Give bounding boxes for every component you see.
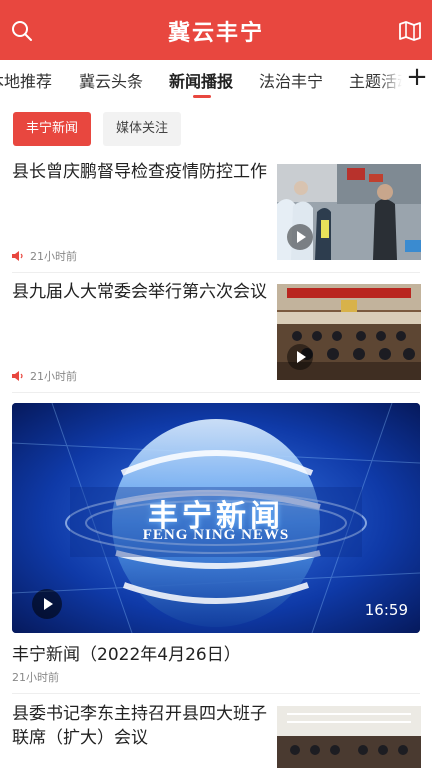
news-item[interactable]: 县委书记李东主持召开县四大班子联席（扩大）会议 (0, 702, 432, 768)
news-time: 21小时前 (30, 250, 77, 263)
divider (12, 272, 420, 273)
divider (12, 392, 420, 393)
video-caption[interactable]: 丰宁新闻（2022年4月26日） (12, 640, 241, 665)
play-button[interactable] (32, 589, 62, 619)
video-duration: 16:59 (364, 601, 408, 619)
news-title: 县长曾庆鹏督导检查疫情防控工作 (12, 162, 267, 182)
channel-tabs: 本地推荐 冀云头条 新闻播报 法治丰宁 主题活动 (0, 60, 432, 100)
featured-video[interactable]: 丰宁新闻 FENG NING NEWS 16:59 (12, 403, 420, 633)
speaker-icon (12, 371, 23, 381)
app-header: 冀云丰宁 (0, 0, 432, 60)
tab-law-fengning[interactable]: 法治丰宁 (259, 68, 323, 92)
news-meta: 21小时前 (12, 248, 77, 264)
news-item[interactable]: 县九届人大常委会举行第六次会议 21小时前 (0, 280, 432, 390)
news-time: 21小时前 (30, 370, 77, 383)
chip-fengning-news[interactable]: 丰宁新闻 (13, 112, 91, 146)
chip-media-focus[interactable]: 媒体关注 (103, 112, 181, 146)
news-thumbnail[interactable] (277, 706, 421, 768)
app-title: 冀云丰宁 (167, 21, 264, 46)
tab-jiyun-headline[interactable]: 冀云头条 (79, 68, 143, 92)
add-channel-button[interactable]: + (402, 60, 432, 98)
news-thumbnail[interactable] (277, 164, 421, 260)
thumbnail-image (277, 706, 421, 768)
tab-news-broadcast[interactable]: 新闻播报 (169, 68, 233, 92)
video-cover-subtitle: FENG NING NEWS (142, 527, 290, 543)
tab-local-recommend[interactable]: 本地推荐 (0, 68, 52, 92)
news-meta: 21小时前 (12, 368, 77, 384)
tabs-fade (378, 60, 402, 98)
speaker-icon (12, 251, 23, 261)
map-icon[interactable] (398, 20, 422, 42)
video-time: 21小时前 (12, 671, 59, 684)
play-icon (287, 344, 313, 370)
news-title: 县九届人大常委会举行第六次会议 (12, 282, 267, 302)
play-icon (287, 224, 313, 250)
news-title: 县委书记李东主持召开县四大班子联席（扩大）会议 (12, 704, 267, 748)
news-item[interactable]: 县长曾庆鹏督导检查疫情防控工作 21小时前 (0, 160, 432, 270)
active-tab-indicator (193, 95, 211, 98)
divider (12, 693, 420, 694)
news-thumbnail[interactable] (277, 284, 421, 380)
